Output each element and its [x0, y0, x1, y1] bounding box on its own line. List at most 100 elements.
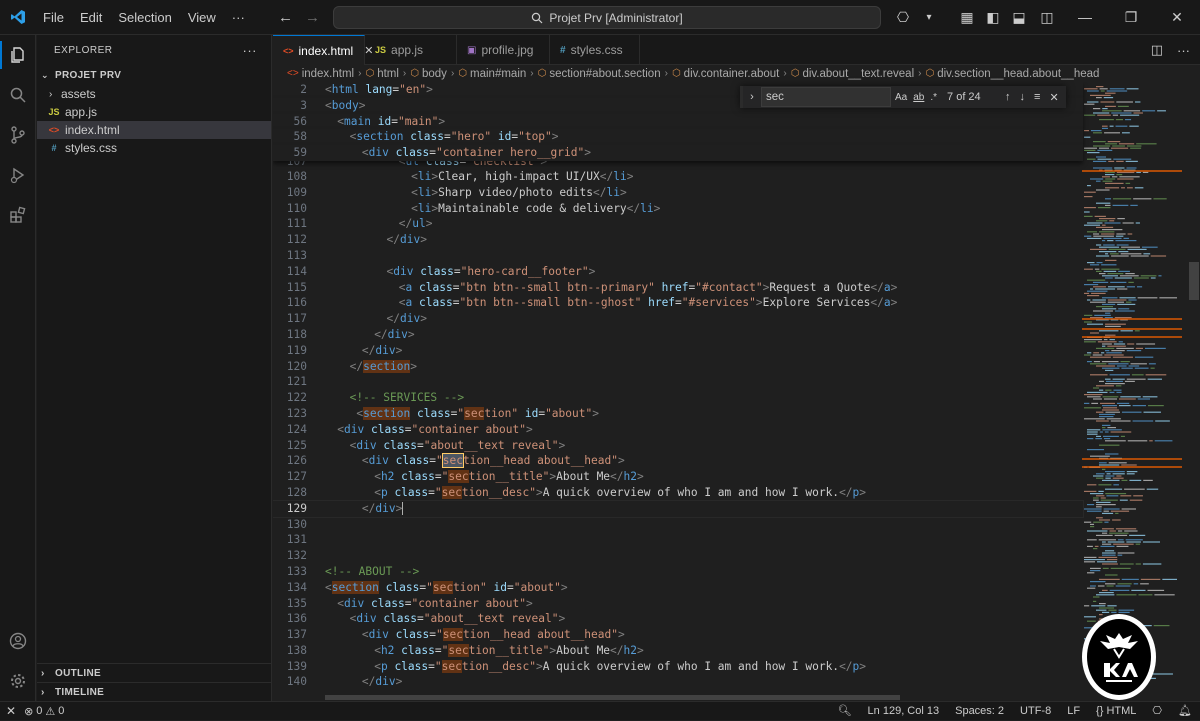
use-regex-toggle[interactable]: .*: [930, 92, 937, 103]
search-icon[interactable]: [0, 75, 36, 115]
previous-match-icon[interactable]: ↑: [1005, 91, 1011, 104]
zoom-search-icon[interactable]: 🔍︎: [830, 702, 860, 721]
code-line[interactable]: 137 <div class="section__head about__head…: [273, 627, 1083, 643]
sticky-scroll-line[interactable]: 59 <div class="container hero__grid">: [273, 145, 1083, 161]
code-line[interactable]: 109 <li>Sharp video/photo edits</li>: [273, 185, 1083, 201]
code-line[interactable]: 132: [273, 548, 1083, 564]
code-line[interactable]: 131: [273, 532, 1083, 548]
copilot-chevron-icon[interactable]: ▾: [916, 12, 942, 23]
source-control-icon[interactable]: [0, 115, 36, 155]
more-actions-icon[interactable]: ···: [1177, 43, 1190, 58]
tree-item-styles-css[interactable]: # styles.css: [37, 139, 271, 157]
code-line[interactable]: 118 </div>: [273, 327, 1083, 343]
next-match-icon[interactable]: ↓: [1020, 91, 1026, 104]
code-editor[interactable]: 2 <html lang="en"> 3 <body> 56 <main id="main…: [273, 82, 1200, 701]
code-line[interactable]: 111 </ul>: [273, 216, 1083, 232]
sticky-scroll-line[interactable]: 56 <main id="main">: [273, 113, 1083, 130]
settings-gear-icon[interactable]: [0, 661, 36, 701]
close-find-icon[interactable]: ✕: [1049, 91, 1058, 104]
copilot-status-icon[interactable]: ⎔: [1144, 702, 1170, 721]
problems-indicator[interactable]: ⊗ 0 ⚠ 0: [24, 705, 64, 718]
menu-selection[interactable]: Selection: [110, 0, 179, 35]
breadcrumb-item[interactable]: ⬡ section#about.section: [538, 68, 661, 80]
code-line[interactable]: 124 <div class="container about">: [273, 422, 1083, 438]
close-window-button[interactable]: ✕: [1154, 0, 1200, 35]
split-editor-icon[interactable]: ◫: [1151, 42, 1163, 58]
forward-arrow-icon[interactable]: →: [305, 9, 320, 26]
code-line[interactable]: 110 <li>Maintainable code & delivery</li>: [273, 201, 1083, 217]
tree-item-app-js[interactable]: JS app.js: [37, 103, 271, 121]
breadcrumb-item[interactable]: ⬡ main#main: [458, 68, 526, 80]
explorer-icon[interactable]: [0, 35, 36, 75]
breadcrumb-item[interactable]: ⬡ div.about__text.reveal: [791, 68, 914, 80]
code-line[interactable]: 134 <section class="section" id="about">: [273, 580, 1083, 596]
restore-button[interactable]: ❐: [1108, 0, 1154, 35]
code-line[interactable]: 123 <section class="section" id="about">: [273, 406, 1083, 422]
code-line[interactable]: 107 <ul class="checklist">: [273, 161, 1083, 169]
tree-item-index-html[interactable]: <> index.html: [37, 121, 271, 139]
code-line[interactable]: 120 </section>: [273, 359, 1083, 375]
match-whole-word-toggle[interactable]: ab: [913, 92, 924, 103]
customize-layout-icon[interactable]: ▦: [954, 0, 980, 35]
back-arrow-icon[interactable]: ←: [278, 9, 293, 26]
copilot-icon[interactable]: ⎔: [890, 9, 916, 26]
toggle-replace-chevron-icon[interactable]: ›: [743, 91, 761, 103]
toggle-secondary-sidebar-icon[interactable]: ◫: [1032, 0, 1062, 35]
find-in-selection-icon[interactable]: ≡: [1034, 91, 1040, 104]
match-case-toggle[interactable]: Aa: [895, 92, 907, 103]
breadcrumb-item[interactable]: <> index.html: [287, 68, 354, 80]
indentation[interactable]: Spaces: 2: [947, 702, 1012, 721]
tab-styles-css[interactable]: # styles.css: [550, 35, 640, 65]
code-line[interactable]: 140 </div>: [273, 674, 1083, 690]
cursor-position[interactable]: Ln 129, Col 13: [860, 702, 948, 721]
code-line[interactable]: 135 <div class="container about">: [273, 596, 1083, 612]
code-line[interactable]: 133 <!-- ABOUT -->: [273, 564, 1083, 580]
run-debug-icon[interactable]: [0, 155, 36, 195]
breadcrumb-item[interactable]: ⬡ div.section__head.about__head: [925, 68, 1099, 80]
timeline-section-header[interactable]: › TIMELINE: [37, 682, 272, 701]
code-line[interactable]: 126 <div class="section__head about__head…: [273, 453, 1083, 469]
code-line[interactable]: 127 <h2 class="section__title">About Me</…: [273, 469, 1083, 485]
toggle-sidebar-icon[interactable]: ◧: [980, 0, 1006, 35]
project-folder-header[interactable]: ⌄ PROJET PRV: [37, 65, 271, 85]
code-line[interactable]: 129 </div>: [273, 499, 1084, 518]
breadcrumb-item[interactable]: ⬡ div.container.about: [672, 68, 779, 80]
tab-index-html[interactable]: <> index.html ✕: [273, 35, 373, 65]
code-lines[interactable]: 2 <html lang="en"> 3 <body> 56 <main id="main…: [273, 82, 1084, 690]
account-icon[interactable]: [0, 621, 36, 661]
sticky-scroll-line[interactable]: 58 <section class="hero" id="top">: [273, 129, 1083, 146]
minimap[interactable]: [1082, 82, 1182, 701]
vertical-scrollbar[interactable]: [1188, 82, 1200, 701]
code-line[interactable]: 130: [273, 517, 1083, 533]
tab-profile-jpg[interactable]: ▣ profile.jpg: [457, 35, 550, 65]
code-line[interactable]: 119 </div>: [273, 343, 1083, 359]
code-line[interactable]: 108 <li>Clear, high-impact UI/UX</li>: [273, 169, 1083, 185]
toggle-panel-icon[interactable]: ⬓: [1006, 0, 1032, 35]
remote-indicator-icon[interactable]: ✕: [6, 704, 16, 718]
code-line[interactable]: 128 <p class="section__desc">A quick over…: [273, 485, 1083, 501]
code-line[interactable]: 115 <a class="btn btn--small btn--primary…: [273, 280, 1083, 296]
code-line[interactable]: 116 < a class = "btn btn--small btn--ghost" …: [273, 295, 1083, 311]
minimize-button[interactable]: —: [1062, 0, 1108, 35]
language-mode[interactable]: {} HTML: [1088, 702, 1144, 721]
encoding[interactable]: UTF-8: [1012, 702, 1059, 721]
find-input[interactable]: [761, 87, 891, 107]
menu-edit[interactable]: Edit: [72, 0, 110, 35]
code-line[interactable]: 114 <div class="hero-card__footer">: [273, 264, 1083, 280]
horizontal-scrollbar[interactable]: [325, 695, 900, 700]
more-actions-icon[interactable]: ···: [243, 43, 258, 58]
scrollbar-thumb[interactable]: [1189, 262, 1199, 300]
menu-more-icon[interactable]: ···: [224, 0, 253, 35]
extensions-icon[interactable]: [0, 195, 36, 235]
code-line[interactable]: 136 <div class="about__text reveal">: [273, 611, 1083, 627]
code-line[interactable]: 138 <h2 class="section__title">About Me</…: [273, 643, 1083, 659]
menu-file[interactable]: File: [35, 0, 72, 35]
breadcrumb-item[interactable]: ⬡ html: [365, 68, 398, 80]
code-line[interactable]: 121: [273, 374, 1083, 390]
outline-section-header[interactable]: › OUTLINE: [37, 663, 272, 682]
code-line[interactable]: 122 <!-- SERVICES -->: [273, 390, 1083, 406]
breadcrumb-item[interactable]: ⬡ body: [410, 68, 447, 80]
code-line[interactable]: 139 <p class="section__desc">A quick over…: [273, 659, 1083, 675]
code-line[interactable]: 117 </div>: [273, 311, 1083, 327]
code-line[interactable]: 125 <div class="about__text reveal">: [273, 438, 1083, 454]
